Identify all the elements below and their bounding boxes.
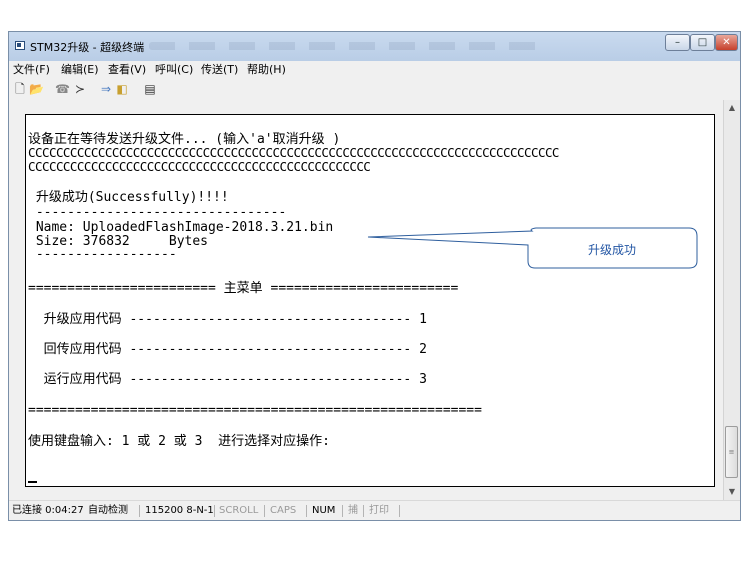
callout-label: 升级成功 bbox=[587, 243, 636, 257]
annotation-overlay bbox=[367, 227, 698, 269]
